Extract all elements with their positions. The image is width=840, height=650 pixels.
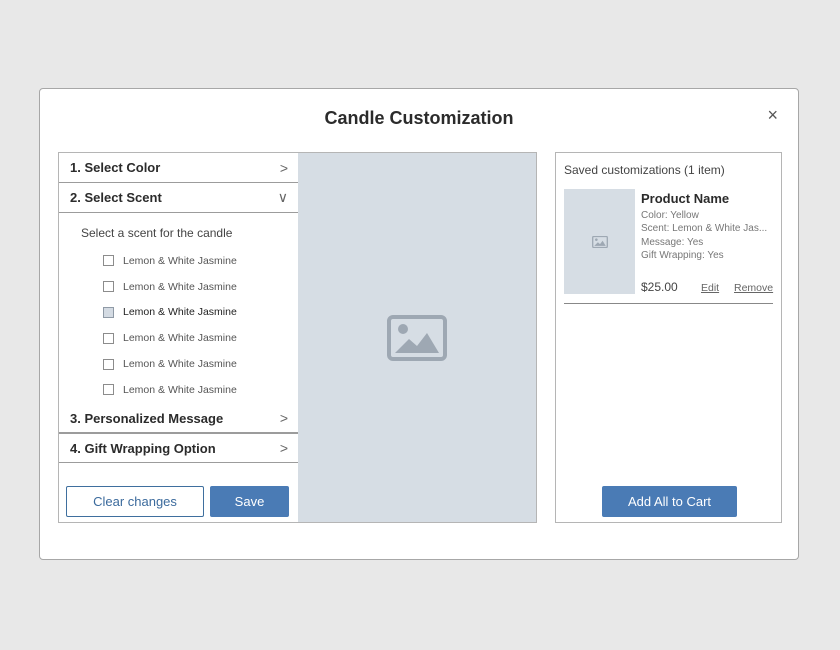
scent-checkbox[interactable]	[103, 384, 114, 396]
step-select-color[interactable]: 1. Select Color >	[59, 153, 298, 183]
step-label: 4. Gift Wrapping Option	[70, 440, 216, 456]
step-label: 3. Personalized Message	[70, 410, 224, 426]
scent-option[interactable]: Lemon & White Jasmine	[59, 325, 298, 351]
item-gift: Gift Wrapping: Yes	[641, 250, 724, 261]
item-message: Message: Yes	[641, 237, 704, 248]
step-label: 1. Select Color	[70, 160, 161, 175]
scent-option[interactable]: Lemon & White Jasmine	[59, 274, 298, 300]
scent-checkbox[interactable]	[103, 255, 114, 267]
step-select-scent[interactable]: 2. Select Scent ∨	[59, 183, 298, 213]
customization-panel: 1. Select Color > 2. Select Scent ∨ Sele…	[58, 152, 537, 523]
scent-option-label: Lemon & White Jasmine	[123, 280, 237, 293]
add-all-to-cart-button[interactable]: Add All to Cart	[602, 486, 737, 517]
step-gift-wrapping[interactable]: 4. Gift Wrapping Option >	[59, 433, 298, 463]
image-placeholder-icon	[591, 235, 608, 248]
item-thumbnail	[564, 189, 635, 294]
steps-accordion: 1. Select Color > 2. Select Scent ∨ Sele…	[59, 153, 298, 522]
edit-link[interactable]: Edit	[701, 282, 719, 294]
item-color: Color: Yellow	[641, 210, 699, 221]
saved-title: Saved customizations (1 item)	[564, 163, 725, 177]
chevron-right-icon: >	[279, 410, 288, 426]
item-price: $25.00	[641, 280, 678, 294]
step-label: 2. Select Scent	[70, 190, 162, 205]
scent-option-label: Lemon & White Jasmine	[123, 332, 237, 345]
chevron-right-icon: >	[279, 159, 288, 176]
step-personalized-message[interactable]: 3. Personalized Message >	[59, 403, 298, 433]
scent-option[interactable]: Lemon & White Jasmine	[59, 377, 298, 403]
modal-title: Candle Customization	[324, 108, 514, 128]
saved-item-card: Product Name Color: Yellow Scent: Lemon …	[564, 189, 773, 304]
item-scent: Scent: Lemon & White Jas...	[641, 223, 768, 234]
scent-option[interactable]: Lemon & White Jasmine	[59, 300, 298, 326]
scent-list: Lemon & White Jasmine Lemon & White Jasmi…	[59, 248, 298, 403]
scent-option[interactable]: Lemon & White Jasmine	[59, 351, 298, 377]
product-name: Product Name	[641, 191, 730, 206]
scent-option[interactable]: Lemon & White Jasmine	[59, 248, 298, 274]
scent-option-label: Lemon & White Jasmine	[123, 306, 237, 319]
scent-checkbox[interactable]	[103, 332, 114, 344]
scent-prompt: Select a scent for the candle	[81, 226, 233, 240]
candle-preview	[298, 153, 536, 522]
remove-link[interactable]: Remove	[734, 282, 773, 294]
scent-options: Select a scent for the candle Lemon & Wh…	[59, 213, 298, 403]
image-placeholder-icon	[387, 314, 447, 361]
scent-option-label: Lemon & White Jasmine	[123, 254, 237, 267]
chevron-right-icon: >	[279, 440, 288, 456]
clear-changes-button[interactable]: Clear changes	[66, 486, 204, 517]
save-button[interactable]: Save	[210, 486, 289, 517]
close-icon[interactable]: ×	[767, 105, 778, 126]
scent-checkbox[interactable]	[103, 358, 114, 370]
scent-checkbox[interactable]	[103, 306, 114, 318]
saved-panel: Saved customizations (1 item) Product Na…	[555, 152, 782, 523]
chevron-down-icon: ∨	[277, 189, 288, 205]
scent-option-label: Lemon & White Jasmine	[123, 358, 237, 371]
customization-modal: Candle Customization × 1. Select Color >…	[39, 88, 799, 560]
scent-checkbox[interactable]	[103, 281, 114, 293]
scent-option-label: Lemon & White Jasmine	[123, 383, 237, 396]
